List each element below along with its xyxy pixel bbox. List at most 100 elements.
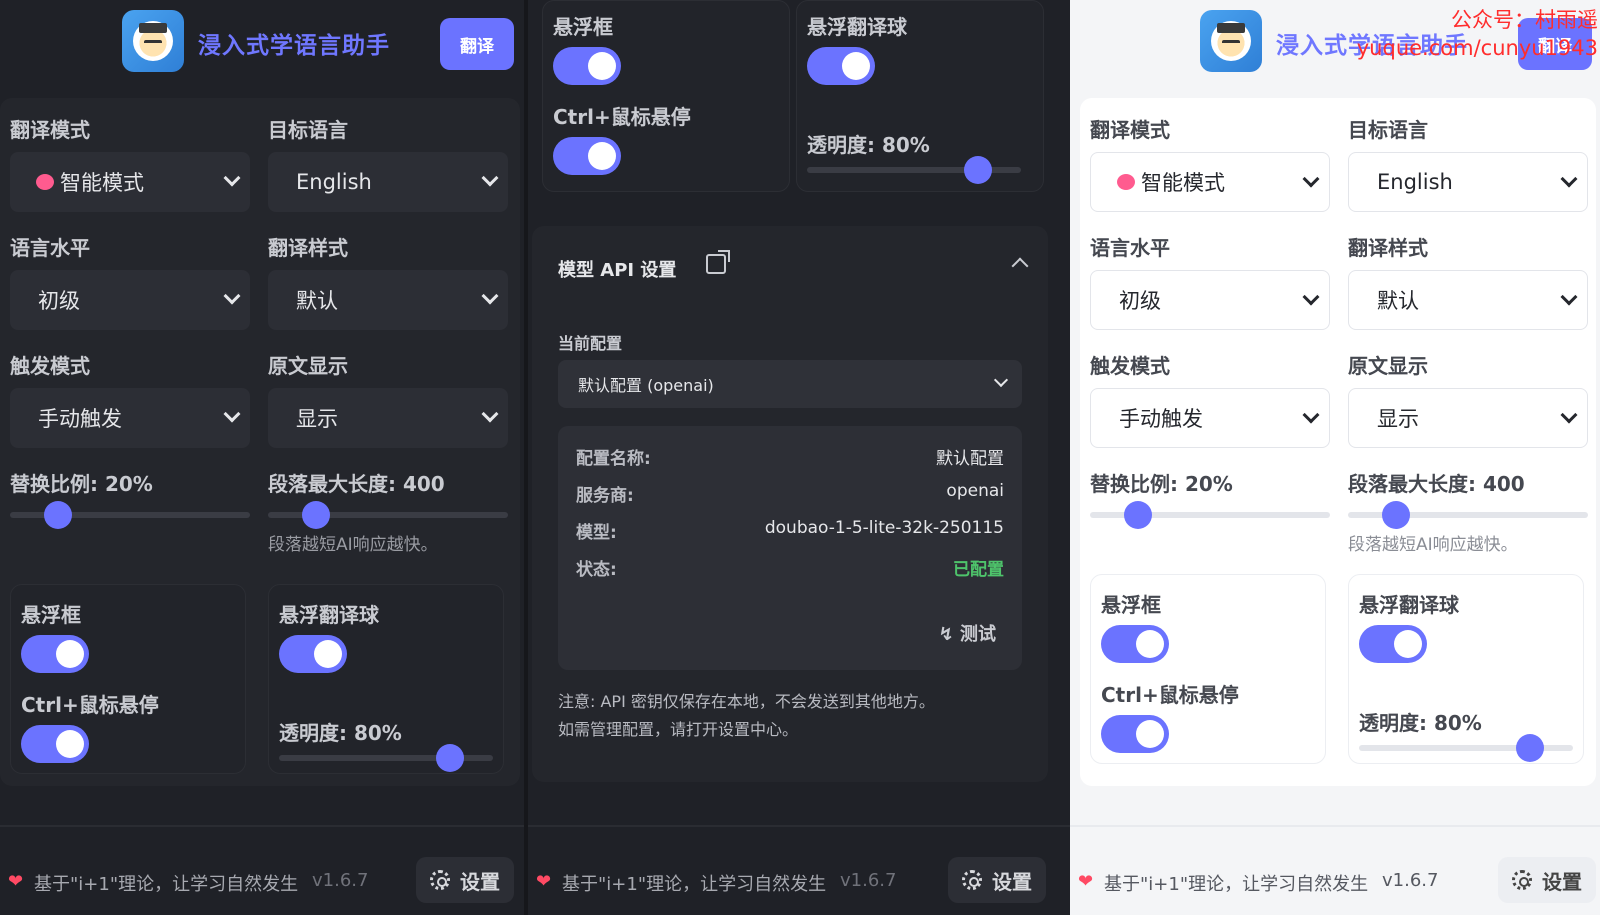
version-label: v1.6.7 xyxy=(312,870,369,891)
light-panel: 浸入式学语言助手 翻译 翻译模式 智能模式 目标语言 English 语言水平 … xyxy=(1070,0,1600,915)
opacity-slider-thumb[interactable] xyxy=(964,156,993,184)
original-label: 原文显示 xyxy=(268,354,348,378)
info-key: 服务商: xyxy=(576,486,634,506)
original-select[interactable]: 显示 xyxy=(1348,388,1588,448)
version-label: v1.6.7 xyxy=(840,870,897,891)
float-box-label: 悬浮框 xyxy=(1101,593,1161,617)
level-value: 初级 xyxy=(1119,289,1161,313)
chevron-down-icon xyxy=(481,169,499,187)
settings-button[interactable]: 设置 xyxy=(416,857,514,903)
level-select[interactable]: 初级 xyxy=(10,270,250,330)
style-value: 默认 xyxy=(1377,289,1419,313)
info-row: 服务商: openai xyxy=(576,481,1004,506)
footer: ❤ 基于"i+1"理论，让学习自然发生 v1.6.7 设置 xyxy=(528,825,1070,915)
settings-button[interactable]: 设置 xyxy=(1498,857,1596,903)
opacity-slider[interactable] xyxy=(279,744,493,772)
chevron-down-icon xyxy=(223,405,241,423)
opacity-slider[interactable] xyxy=(1359,734,1573,762)
api-settings-title: 模型 API 设置 xyxy=(558,260,677,281)
translate-mode-label: 翻译模式 xyxy=(1090,118,1170,142)
chevron-down-icon xyxy=(223,169,241,187)
heart-icon: ❤ xyxy=(8,871,24,892)
header: 浸入式学语言助手 翻译 xyxy=(0,10,524,74)
trigger-select[interactable]: 手动触发 xyxy=(10,388,250,448)
float-box-toggle[interactable] xyxy=(553,47,621,85)
chevron-down-icon xyxy=(481,287,499,305)
api-note-line1: 注意: API 密钥仅保存在本地，不会发送到其他地方。 xyxy=(558,692,935,711)
float-box-toggle[interactable] xyxy=(21,635,89,673)
level-select[interactable]: 初级 xyxy=(1090,270,1330,330)
float-box-toggle[interactable] xyxy=(1101,625,1169,663)
chevron-down-icon xyxy=(1560,170,1578,188)
current-profile-label: 当前配置 xyxy=(558,334,623,353)
settings-button-label: 设置 xyxy=(992,869,1032,894)
opacity-slider[interactable] xyxy=(807,156,1021,184)
ctrl-hover-toggle[interactable] xyxy=(1101,715,1169,753)
style-select[interactable]: 默认 xyxy=(268,270,508,330)
info-value: openai xyxy=(946,481,1004,501)
opacity-slider-thumb[interactable] xyxy=(1516,734,1545,762)
translate-mode-select[interactable]: 智能模式 xyxy=(1090,152,1330,212)
target-lang-select[interactable]: English xyxy=(1348,152,1588,212)
translate-mode-label: 翻译模式 xyxy=(10,118,90,142)
maxlen-slider-thumb[interactable] xyxy=(302,501,330,529)
float-ball-toggle[interactable] xyxy=(279,635,347,673)
translate-mode-value: 智能模式 xyxy=(1141,171,1225,195)
info-key: 状态: xyxy=(576,560,617,580)
info-row: 配置名称: 默认配置 xyxy=(576,444,1004,469)
float-ball-card: 悬浮翻译球 透明度: 80% xyxy=(796,0,1044,192)
ratio-slider[interactable] xyxy=(10,501,250,529)
maxlen-slider[interactable] xyxy=(1348,501,1588,529)
float-ball-label: 悬浮翻译球 xyxy=(807,15,907,39)
ratio-slider-thumb[interactable] xyxy=(1124,501,1152,529)
api-note-line2: 如需管理配置，请打开设置中心。 xyxy=(558,720,799,739)
chevron-down-icon xyxy=(223,287,241,305)
gear-icon xyxy=(430,870,450,890)
api-settings-card: 模型 API 设置 当前配置 默认配置 (openai) 配置名称: 默认配置 … xyxy=(532,226,1048,782)
translate-mode-select[interactable]: 智能模式 xyxy=(10,152,250,212)
maxlen-slider[interactable] xyxy=(268,501,508,529)
translate-button[interactable]: 翻译 xyxy=(440,18,514,70)
original-select[interactable]: 显示 xyxy=(268,388,508,448)
float-ball-toggle[interactable] xyxy=(807,47,875,85)
ctrl-hover-toggle[interactable] xyxy=(21,725,89,763)
float-box-card: 悬浮框 Ctrl+鼠标悬停 xyxy=(10,584,246,774)
target-lang-select[interactable]: English xyxy=(268,152,508,212)
trigger-select[interactable]: 手动触发 xyxy=(1090,388,1330,448)
float-box-card: 悬浮框 Ctrl+鼠标悬停 xyxy=(1090,574,1326,764)
maxlen-slider-thumb[interactable] xyxy=(1382,501,1410,529)
ctrl-hover-label: Ctrl+鼠标悬停 xyxy=(21,693,159,717)
app-logo-icon xyxy=(1200,10,1262,72)
chevron-up-icon[interactable] xyxy=(1011,257,1029,275)
profile-info-box: 配置名称: 默认配置 服务商: openai 模型: doubao-1-5-li… xyxy=(558,426,1022,670)
ctrl-hover-label: Ctrl+鼠标悬停 xyxy=(1101,683,1239,707)
float-box-label: 悬浮框 xyxy=(553,15,613,39)
info-value: doubao-1-5-lite-32k-250115 xyxy=(764,518,1004,538)
app-logo-icon xyxy=(122,10,184,72)
ratio-label: 替换比例: 20% xyxy=(10,472,153,496)
settings-button-label: 设置 xyxy=(460,869,500,894)
ratio-slider[interactable] xyxy=(1090,501,1330,529)
chevron-down-icon xyxy=(1302,288,1320,306)
ratio-label: 替换比例: 20% xyxy=(1090,472,1233,496)
ctrl-hover-label: Ctrl+鼠标悬停 xyxy=(553,105,691,129)
settings-button[interactable]: 设置 xyxy=(948,857,1046,903)
maxlen-label: 段落最大长度: 400 xyxy=(1348,472,1525,496)
app-title: 浸入式学语言助手 xyxy=(198,33,390,59)
mode-dot-icon xyxy=(36,174,54,190)
watermark-line2: yuque.com/cunyu1943 xyxy=(1356,36,1598,60)
footer-slogan: 基于"i+1"理论，让学习自然发生 xyxy=(562,874,827,895)
test-button[interactable]: ↯ 测试 xyxy=(939,620,996,646)
style-select[interactable]: 默认 xyxy=(1348,270,1588,330)
opacity-slider-thumb[interactable] xyxy=(436,744,465,772)
ctrl-hover-toggle[interactable] xyxy=(553,137,621,175)
opacity-label: 透明度: 80% xyxy=(807,133,930,157)
original-label: 原文显示 xyxy=(1348,354,1428,378)
profile-select[interactable]: 默认配置 (openai) xyxy=(558,360,1022,408)
target-lang-value: English xyxy=(1377,170,1453,194)
external-link-icon[interactable] xyxy=(706,250,730,274)
ratio-slider-thumb[interactable] xyxy=(44,501,72,529)
version-label: v1.6.7 xyxy=(1382,870,1439,891)
float-ball-toggle[interactable] xyxy=(1359,625,1427,663)
footer: ❤ 基于"i+1"理论，让学习自然发生 v1.6.7 设置 xyxy=(0,825,524,915)
